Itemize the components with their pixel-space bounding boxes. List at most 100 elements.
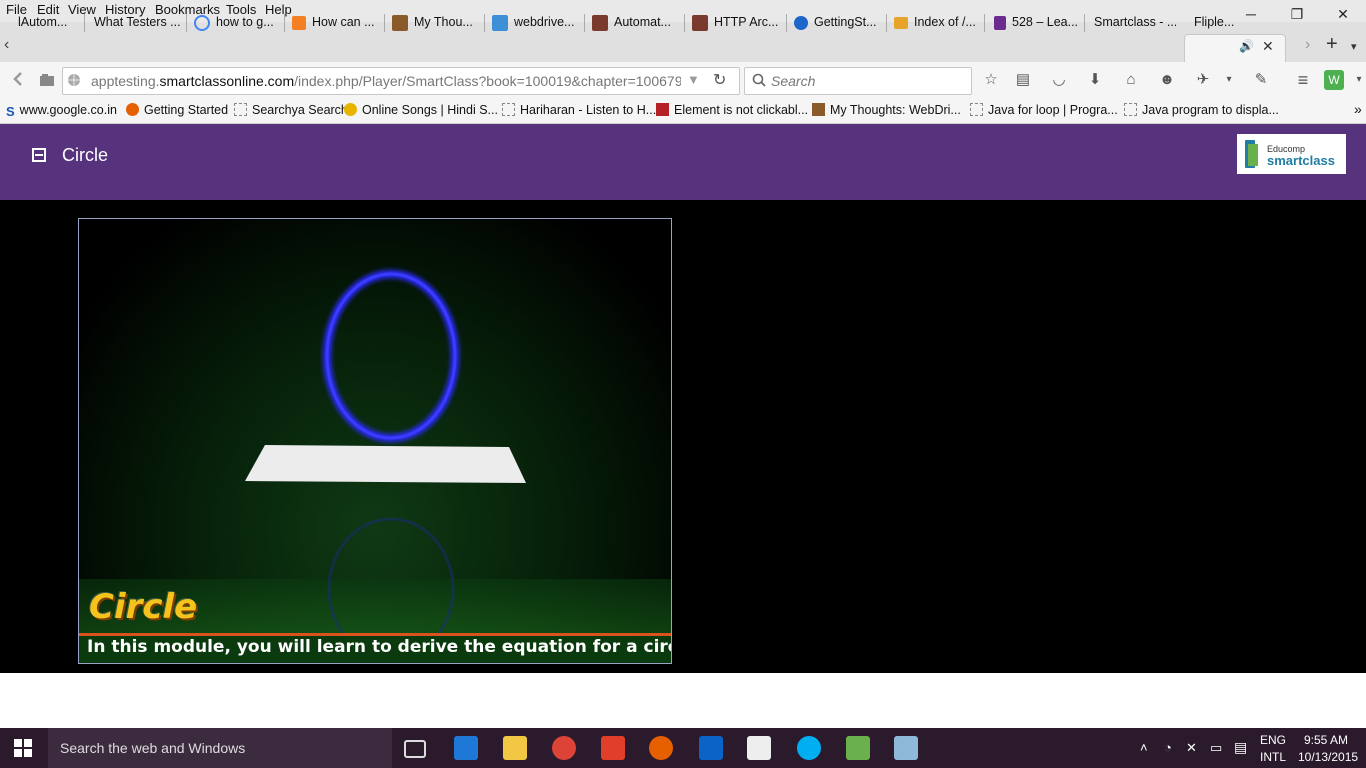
tab-9[interactable]: GettingSt...	[794, 8, 880, 36]
blank-page-icon	[234, 103, 247, 116]
home-icon[interactable]: ⌂	[1120, 70, 1142, 90]
bookmark-label: My Thoughts: WebDri...	[830, 103, 961, 117]
educomp-logo: Educomp smartclass	[1237, 134, 1346, 174]
blank-page-icon	[970, 103, 983, 116]
download-icon[interactable]: ⬇	[1084, 70, 1106, 90]
tab-10[interactable]: Index of /...	[894, 8, 978, 36]
tab-11[interactable]: 528 – Lea...	[994, 8, 1078, 36]
tab-label: 528 – Lea...	[1012, 15, 1078, 29]
extension-dropdown-icon[interactable]: ▾	[1348, 70, 1366, 90]
stackexchange-icon	[656, 103, 669, 116]
volume-muted-icon[interactable]: ✕	[1186, 740, 1197, 756]
pocket-icon[interactable]: ◡	[1048, 70, 1070, 90]
bookmark-java-program[interactable]: Java program to displa...	[1124, 103, 1279, 117]
addon-dropdown-icon[interactable]: ▾	[1218, 70, 1240, 90]
chrome-icon[interactable]	[552, 736, 576, 760]
bookmarks-overflow-button[interactable]: »	[1354, 101, 1362, 117]
circle-ring	[325, 272, 457, 440]
bookmark-getting-started[interactable]: Getting Started	[126, 103, 228, 117]
tab-separator	[284, 14, 285, 32]
tab-5[interactable]: My Thou...	[392, 8, 478, 36]
menu-toggle-icon[interactable]	[32, 148, 46, 162]
video-subtitle: In this module, you will learn to derive…	[87, 637, 672, 657]
file-explorer-icon[interactable]	[503, 736, 527, 760]
logo-text-bottom: smartclass	[1267, 153, 1335, 168]
download-manager-icon[interactable]	[846, 736, 870, 760]
extension-icon[interactable]: W	[1324, 70, 1344, 90]
url-domain: smartclassonline.com	[159, 73, 295, 89]
windows-start-button[interactable]	[14, 739, 32, 760]
tab-8[interactable]: HTTP Arc...	[692, 8, 780, 36]
url-dropdown-icon[interactable]: ▼	[687, 72, 700, 87]
tab-scroll-right-button[interactable]: ›	[1305, 36, 1310, 54]
qa-icon	[492, 14, 508, 31]
bookmark-label: Java for loop | Progra...	[988, 103, 1118, 117]
page-title: Circle	[62, 145, 109, 165]
audio-icon[interactable]: 🔊	[1239, 39, 1254, 53]
bookmark-element-not-clickable[interactable]: Element is not clickabl...	[656, 103, 808, 117]
tab-7[interactable]: Automat...	[592, 8, 678, 36]
blank-page-icon	[502, 103, 515, 116]
s-icon: S	[6, 104, 15, 119]
outlook-icon[interactable]	[699, 736, 723, 760]
tab-1[interactable]: lAutom...	[18, 8, 80, 36]
addon-icon[interactable]: ✈	[1192, 70, 1214, 90]
url-bar[interactable]: apptesting.smartclassonline.com/index.ph…	[40, 67, 740, 95]
task-view-icon[interactable]	[404, 740, 426, 758]
edge-icon[interactable]	[454, 736, 478, 760]
chat-icon[interactable]: ☻	[1156, 70, 1178, 90]
bookmark-star-icon[interactable]: ☆	[980, 70, 1002, 90]
bookmark-online-songs[interactable]: Online Songs | Hindi S...	[344, 103, 498, 117]
store-icon[interactable]	[747, 736, 771, 760]
firefox-taskbar-icon[interactable]	[649, 736, 673, 760]
apps-grid-icon[interactable]	[601, 736, 625, 760]
tab-scroll-left-button[interactable]: ‹	[4, 36, 9, 54]
tab-2[interactable]: What Testers ...	[94, 8, 182, 36]
bookmark-label: Element is not clickabl...	[674, 103, 809, 117]
tab-label: how to g...	[216, 15, 274, 29]
network-icon[interactable]: ◔	[1164, 740, 1172, 755]
screenshot-icon[interactable]: ✎	[1250, 70, 1272, 90]
list-all-tabs-button[interactable]: ▾	[1351, 40, 1357, 53]
firefox-icon	[126, 103, 139, 116]
bookmark-java-for-loop[interactable]: Java for loop | Progra...	[970, 103, 1118, 117]
reload-icon[interactable]: ↻	[713, 70, 726, 90]
f-icon	[994, 15, 1006, 30]
video-title: Circle	[89, 587, 198, 627]
active-tab-label: Fliple...	[1194, 15, 1235, 29]
blog-icon	[812, 103, 825, 116]
tab-label: What Testers ...	[94, 15, 181, 29]
tab-4[interactable]: How can ...	[292, 8, 378, 36]
bookmark-my-thoughts[interactable]: My Thoughts: WebDri...	[812, 103, 961, 117]
tab-6[interactable]: webdrive...	[492, 8, 578, 36]
clock-time[interactable]: 9:55 AM	[1304, 733, 1348, 747]
bookmark-searchya[interactable]: Searchya Search	[234, 103, 348, 117]
tab-12[interactable]: Smartclass - ...	[1094, 8, 1176, 36]
video-frame[interactable]: Circle In this module, you will learn to…	[78, 218, 672, 664]
battery-icon[interactable]: ▭	[1210, 740, 1222, 756]
hamburger-menu-icon[interactable]: ≡	[1292, 70, 1314, 90]
show-hidden-icons[interactable]: ˄	[1140, 740, 1148, 755]
tab-label: My Thou...	[414, 15, 473, 29]
search-bar[interactable]: Search	[744, 67, 972, 95]
skype-icon[interactable]	[797, 736, 821, 760]
back-button[interactable]	[8, 70, 30, 90]
notepad-icon[interactable]	[894, 736, 918, 760]
windows-logo-icon	[14, 739, 32, 757]
notifications-icon[interactable]: ▤	[1234, 739, 1247, 756]
bookmark-hariharan[interactable]: Hariharan - Listen to H...	[502, 103, 656, 117]
tab-3[interactable]: how to g...	[194, 8, 278, 36]
smiley-icon	[344, 103, 357, 116]
bookmark-label: Online Songs | Hindi S...	[362, 103, 498, 117]
new-tab-button[interactable]: +	[1326, 33, 1338, 56]
reading-list-icon[interactable]: ▤	[1012, 70, 1034, 90]
bookmark-label: Getting Started	[144, 103, 229, 117]
bookmark-google[interactable]: Swww.google.co.in	[6, 103, 117, 119]
tab-separator	[786, 14, 787, 32]
tab-label: Smartclass - ...	[1094, 15, 1176, 29]
language-top[interactable]: ENG	[1260, 733, 1286, 747]
blank-page-icon	[1124, 103, 1137, 116]
tab-separator	[984, 14, 985, 32]
taskbar-search-box[interactable]: Search the web and Windows	[48, 728, 392, 768]
close-tab-button[interactable]: ✕	[1262, 38, 1274, 55]
